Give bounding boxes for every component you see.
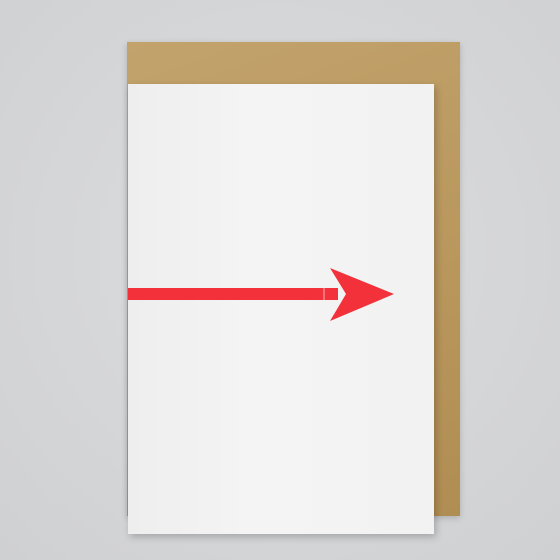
greeting-card — [128, 84, 434, 534]
product-photo — [0, 0, 560, 560]
